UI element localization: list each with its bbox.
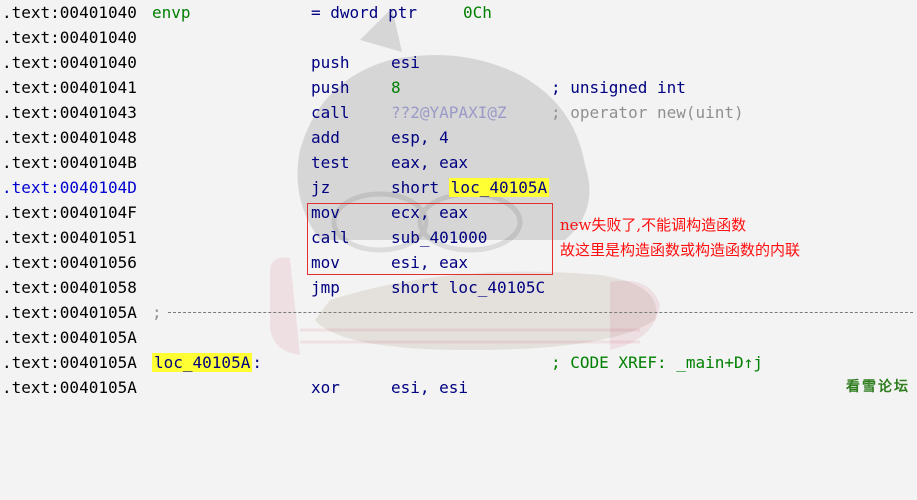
address: .text:00401043 (2, 103, 137, 122)
operand-prefix: short (391, 178, 449, 197)
operand[interactable]: short loc_40105C (391, 275, 545, 300)
address: .text:00401041 (2, 78, 137, 97)
listing-row[interactable]: .text:00401058 jmp short loc_40105C (0, 275, 917, 300)
stack-var-name[interactable]: envp (152, 0, 191, 25)
comment: ; unsigned int (551, 78, 686, 97)
address: .text:0040105A (2, 328, 137, 347)
listing-row[interactable]: .text:0040104D jz short loc_40105A (0, 175, 917, 200)
mnemonic: push (311, 78, 350, 97)
listing-row[interactable]: .text:0040105A loc_40105A: ; CODE XREF: … (0, 350, 917, 375)
address: .text:0040104F (2, 203, 137, 222)
listing-row[interactable]: .text:00401048 add esp, 4 (0, 125, 917, 150)
highlighted-label-definition[interactable]: loc_40105A (152, 353, 253, 372)
disassembly-listing: .text:00401040 envp = dword ptr 0Ch .tex… (0, 0, 917, 400)
operand-function-name[interactable]: ??2@YAPAXI@Z (391, 100, 507, 125)
operand: short loc_40105A (391, 175, 550, 200)
mnemonic: add (311, 128, 340, 147)
mnemonic: jz (311, 178, 331, 197)
address: .text:0040105A (2, 353, 137, 372)
operand: 0Ch (463, 3, 492, 22)
mnemonic: call (311, 103, 350, 122)
address: .text:00401056 (2, 253, 137, 272)
separator-dashed-line (168, 312, 913, 313)
mnemonic: xor (311, 378, 340, 397)
address: .text:0040104D (2, 178, 137, 197)
listing-row[interactable]: .text:0040105A (0, 325, 917, 350)
operand: 8 (391, 78, 401, 97)
address: .text:00401040 (2, 28, 137, 47)
address: .text:0040104B (2, 153, 137, 172)
operand: esi (391, 53, 420, 72)
address: .text:00401040 (2, 53, 137, 72)
listing-row[interactable]: .text:00401040 envp = dword ptr 0Ch (0, 0, 917, 25)
xref-comment[interactable]: ; CODE XREF: _main+D↑j (551, 350, 763, 375)
address: .text:00401048 (2, 128, 137, 147)
listing-row-separator[interactable]: .text:0040105A ; (0, 300, 917, 325)
address: .text:00401051 (2, 228, 137, 247)
code-label: loc_40105A: (152, 350, 262, 375)
annotation-red-box (307, 203, 553, 275)
mnemonic: = dword ptr (311, 3, 417, 22)
listing-row[interactable]: .text:0040105A xor esi, esi (0, 375, 917, 400)
operand: esi, esi (391, 378, 469, 397)
listing-row[interactable]: .text:0040104B test eax, eax (0, 150, 917, 175)
annotation-line-2: 故这里是构造函数或构造函数的内联 (560, 241, 801, 259)
comment: ; operator new(uint) (551, 103, 744, 122)
operand: eax, eax (391, 153, 469, 172)
listing-row[interactable]: .text:00401043 call ??2@YAPAXI@Z ; opera… (0, 100, 917, 125)
listing-row[interactable]: .text:00401040 (0, 25, 917, 50)
watermark-logo: 看雪论坛 (846, 379, 910, 395)
label-colon: : (252, 353, 262, 372)
mnemonic: jmp (311, 278, 340, 297)
listing-row[interactable]: .text:00401040 push esi (0, 50, 917, 75)
operand: esp, 4 (391, 128, 449, 147)
address: .text:0040105A (2, 378, 137, 397)
annotation-line-1: new失败了,不能调构造函数 (560, 216, 747, 234)
address: .text:00401058 (2, 278, 137, 297)
address: .text:0040105A (2, 303, 137, 322)
handwritten-annotation: new失败了,不能调构造函数 故这里是构造函数或构造函数的内联 (560, 213, 800, 263)
separator-semicolon: ; (152, 303, 162, 322)
mnemonic: push (311, 53, 350, 72)
address: .text:00401040 (2, 3, 137, 22)
listing-row[interactable]: .text:00401041 push 8 ; unsigned int (0, 75, 917, 100)
highlighted-label-reference[interactable]: loc_40105A (448, 178, 550, 197)
mnemonic: test (311, 153, 350, 172)
